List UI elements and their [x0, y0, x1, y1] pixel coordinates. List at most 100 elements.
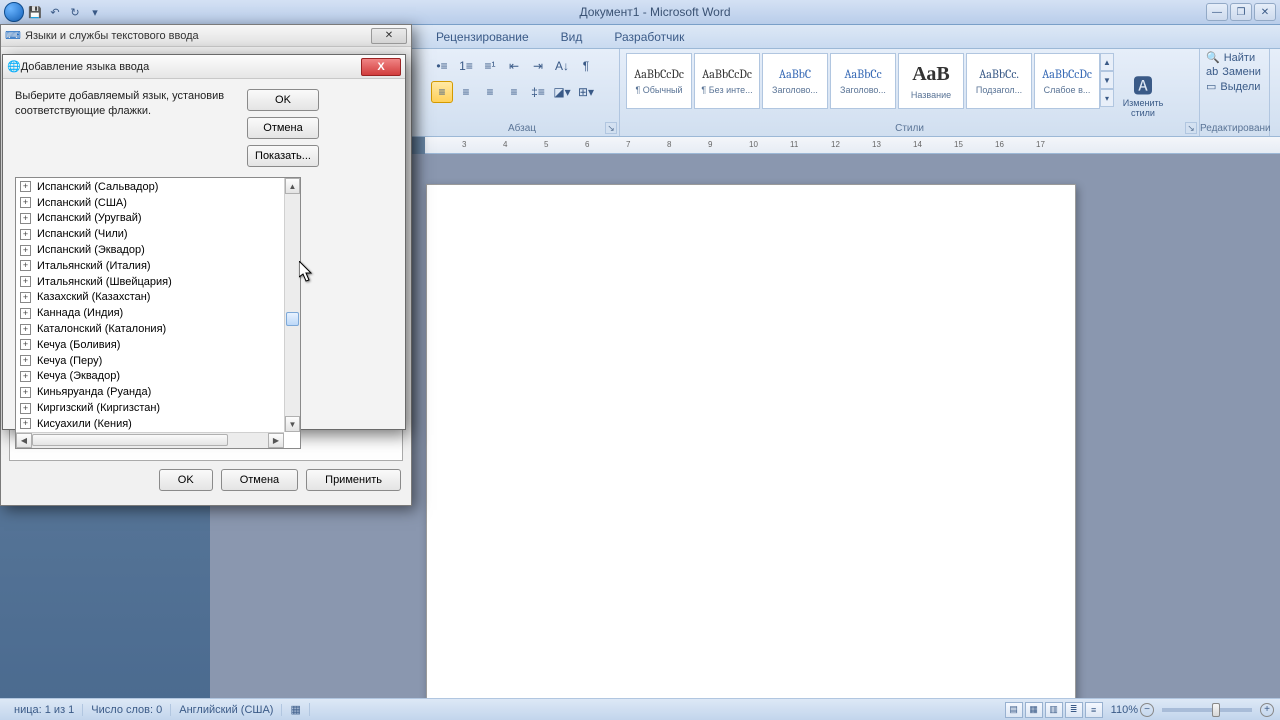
expand-icon[interactable]: +	[20, 181, 31, 192]
view-web-icon[interactable]: ▥	[1045, 702, 1063, 718]
language-item[interactable]: +Каталонский (Каталония)	[16, 321, 300, 337]
borders-icon[interactable]: ⊞▾	[575, 81, 597, 103]
status-language[interactable]: Английский (США)	[171, 704, 282, 716]
gallery-more-icon[interactable]: ▾	[1100, 89, 1114, 107]
hscroll-right-icon[interactable]: ▶	[268, 433, 284, 448]
zoom-slider[interactable]	[1162, 708, 1252, 712]
language-item[interactable]: +Итальянский (Италия)	[16, 258, 300, 274]
status-page[interactable]: ница: 1 из 1	[6, 704, 83, 716]
zoom-slider-thumb[interactable]	[1212, 703, 1220, 717]
tab-view[interactable]: Вид	[555, 26, 589, 48]
paragraph-dialog-launcher[interactable]: ↘	[605, 122, 617, 134]
language-item[interactable]: +Итальянский (Швейцария)	[16, 274, 300, 290]
horizontal-ruler[interactable]: 34567891011121314151617	[425, 137, 1280, 154]
close-button[interactable]: ✕	[1254, 3, 1276, 21]
expand-icon[interactable]: +	[20, 245, 31, 256]
indent-icon[interactable]: ⇥	[527, 55, 549, 77]
expand-icon[interactable]: +	[20, 308, 31, 319]
view-draft-icon[interactable]: ≡	[1085, 702, 1103, 718]
replace-button[interactable]: abЗамени	[1206, 66, 1263, 78]
zoom-out-icon[interactable]: −	[1140, 703, 1154, 717]
expand-icon[interactable]: +	[20, 371, 31, 382]
style-item-4[interactable]: АаВНазвание	[898, 53, 964, 109]
scroll-up-icon[interactable]: ▲	[285, 178, 300, 194]
expand-icon[interactable]: +	[20, 229, 31, 240]
text-services-ok-button[interactable]: OK	[159, 469, 213, 491]
style-item-1[interactable]: AaBbCcDc¶ Без инте...	[694, 53, 760, 109]
view-outline-icon[interactable]: ≣	[1065, 702, 1083, 718]
maximize-button[interactable]: ❐	[1230, 3, 1252, 21]
sort-icon[interactable]: A↓	[551, 55, 573, 77]
expand-icon[interactable]: +	[20, 387, 31, 398]
text-services-apply-button[interactable]: Применить	[306, 469, 401, 491]
numbering-icon[interactable]: 1≡	[455, 55, 477, 77]
language-item[interactable]: +Испанский (Чили)	[16, 226, 300, 242]
language-item[interactable]: +Киньяруанда (Руанда)	[16, 384, 300, 400]
style-item-2[interactable]: AaBbCЗаголово...	[762, 53, 828, 109]
bullets-icon[interactable]: •≡	[431, 55, 453, 77]
align-center-icon[interactable]: ≡	[455, 81, 477, 103]
redo-icon[interactable]: ↻	[66, 3, 84, 21]
language-item[interactable]: +Кечуа (Перу)	[16, 353, 300, 369]
expand-icon[interactable]: +	[20, 260, 31, 271]
expand-icon[interactable]: +	[20, 418, 31, 429]
zoom-in-icon[interactable]: +	[1260, 703, 1274, 717]
style-item-0[interactable]: AaBbCcDc¶ Обычный	[626, 53, 692, 109]
expand-icon[interactable]: +	[20, 197, 31, 208]
outdent-icon[interactable]: ⇤	[503, 55, 525, 77]
minimize-button[interactable]: —	[1206, 3, 1228, 21]
expand-icon[interactable]: +	[20, 403, 31, 414]
status-wordcount[interactable]: Число слов: 0	[83, 704, 171, 716]
language-item[interactable]: +Киргизский (Киргизстан)	[16, 400, 300, 416]
style-item-5[interactable]: AaBbCc.Подзагол...	[966, 53, 1032, 109]
find-button[interactable]: 🔍Найти	[1206, 51, 1263, 64]
gallery-down-icon[interactable]: ▼	[1100, 71, 1114, 89]
expand-icon[interactable]: +	[20, 355, 31, 366]
text-services-close-button[interactable]: ✕	[371, 28, 407, 44]
multilevel-icon[interactable]: ≡¹	[479, 55, 501, 77]
expand-icon[interactable]: +	[20, 292, 31, 303]
language-item[interactable]: +Испанский (Уругвай)	[16, 211, 300, 227]
status-macro-icon[interactable]: ▦	[282, 703, 309, 716]
language-item[interactable]: +Кечуа (Эквадор)	[16, 369, 300, 385]
shading-icon[interactable]: ◪▾	[551, 81, 573, 103]
language-item[interactable]: +Испанский (Эквадор)	[16, 242, 300, 258]
language-tree-content[interactable]: +Испанский (Сальвадор)+Испанский (США)+И…	[16, 178, 300, 448]
gallery-up-icon[interactable]: ▲	[1100, 53, 1114, 71]
tree-horizontal-scrollbar[interactable]: ◀ ▶	[16, 432, 284, 448]
text-services-titlebar[interactable]: ⌨ Языки и службы текстового ввода ✕	[1, 25, 411, 47]
styles-dialog-launcher[interactable]: ↘	[1185, 122, 1197, 134]
expand-icon[interactable]: +	[20, 324, 31, 335]
line-spacing-icon[interactable]: ‡≡	[527, 81, 549, 103]
document-page[interactable]	[426, 184, 1076, 698]
add-language-ok-button[interactable]: OK	[247, 89, 319, 111]
language-item[interactable]: +Кисуахили (Кения)	[16, 416, 300, 432]
hscroll-thumb[interactable]	[32, 434, 228, 446]
add-language-titlebar[interactable]: 🌐 Добавление языка ввода X	[3, 55, 405, 79]
save-icon[interactable]: 💾	[26, 3, 44, 21]
undo-icon[interactable]: ↶	[46, 3, 64, 21]
add-language-close-button[interactable]: X	[361, 58, 401, 76]
style-item-3[interactable]: AaBbCcЗаголово...	[830, 53, 896, 109]
language-item[interactable]: +Кечуа (Боливия)	[16, 337, 300, 353]
expand-icon[interactable]: +	[20, 339, 31, 350]
pilcrow-icon[interactable]: ¶	[575, 55, 597, 77]
tab-review[interactable]: Рецензирование	[430, 26, 535, 48]
language-item[interactable]: +Испанский (США)	[16, 195, 300, 211]
align-justify-icon[interactable]: ≡	[503, 81, 525, 103]
align-left-icon[interactable]: ≡	[431, 81, 453, 103]
align-right-icon[interactable]: ≡	[479, 81, 501, 103]
tab-developer[interactable]: Разработчик	[608, 26, 690, 48]
expand-icon[interactable]: +	[20, 213, 31, 224]
language-item[interactable]: +Испанский (Сальвадор)	[16, 179, 300, 195]
zoom-value[interactable]: 110%	[1111, 704, 1138, 716]
expand-icon[interactable]: +	[20, 276, 31, 287]
style-item-6[interactable]: AaBbCcDcСлабое в...	[1034, 53, 1100, 109]
select-button[interactable]: ▭Выдели	[1206, 80, 1263, 93]
hscroll-left-icon[interactable]: ◀	[16, 433, 32, 448]
add-language-show-button[interactable]: Показать...	[247, 145, 319, 167]
add-language-cancel-button[interactable]: Отмена	[247, 117, 319, 139]
office-orb[interactable]	[4, 2, 24, 22]
scroll-thumb[interactable]	[286, 312, 299, 326]
language-item[interactable]: +Казахский (Казахстан)	[16, 290, 300, 306]
